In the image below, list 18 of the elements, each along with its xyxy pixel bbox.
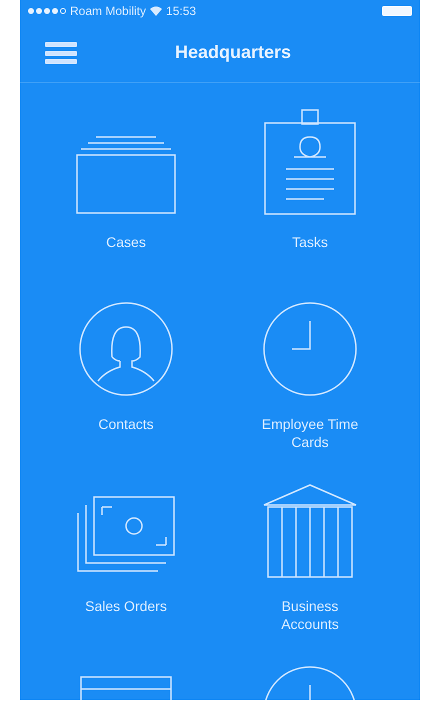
clock-icon [262,301,358,397]
tile-label[interactable]: Contacts [98,415,154,433]
status-time: 15:53 [166,4,196,18]
bank-building-icon [262,483,358,579]
tile-label[interactable]: Employee Time Cards [255,415,365,451]
person-circle-icon [78,301,174,397]
battery-icon [382,6,412,16]
header-title: Headquarters [174,42,292,62]
folder-stack-icon [76,135,176,215]
tile-label[interactable]: Business Accounts [255,597,365,633]
tile-label[interactable]: Sales Orders [85,597,167,615]
signal-icon [28,8,66,14]
menu-button[interactable] [45,42,77,64]
clipboard-person-icon [264,109,356,215]
tile-label[interactable]: Tasks [292,233,328,251]
tile-label[interactable]: Cases [106,233,146,251]
carrier-name: Roam Mobility [70,4,146,18]
wifi-icon [150,6,162,16]
